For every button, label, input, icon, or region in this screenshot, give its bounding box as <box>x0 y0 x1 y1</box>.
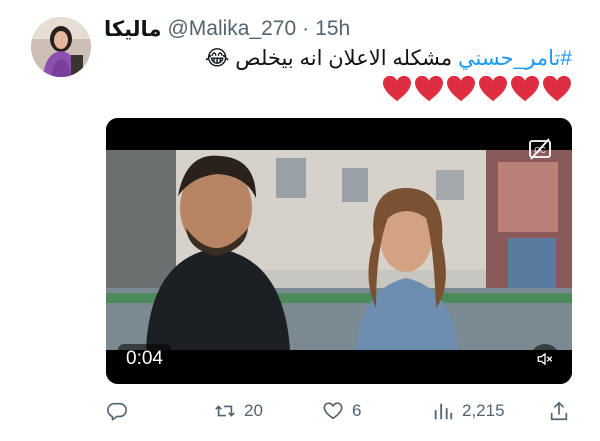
separator-dot: · <box>302 17 310 40</box>
retweet-button[interactable]: 20 <box>214 398 263 424</box>
red-heart-emoji <box>543 75 571 102</box>
tweet-text: #تامر_حسني مشكله الاعلان انه بيخلص 😂 <box>205 44 572 74</box>
red-heart-emoji <box>383 75 411 102</box>
share-icon <box>550 401 568 421</box>
hashtag-link[interactable]: #تامر_حسني <box>458 47 572 70</box>
red-heart-emoji <box>447 75 475 102</box>
views-count: 2,215 <box>462 401 505 420</box>
laughing-emoji: 😂 <box>204 47 230 70</box>
red-heart-emoji <box>479 75 507 102</box>
timestamp[interactable]: 15h <box>315 17 350 41</box>
avatar[interactable] <box>31 17 91 77</box>
reply-button[interactable] <box>106 398 136 424</box>
share-button[interactable] <box>548 398 570 424</box>
red-heart-emoji <box>415 75 443 102</box>
retweet-count: 20 <box>244 401 263 420</box>
action-bar: 20 6 2,215 <box>0 398 600 424</box>
display-name[interactable]: ماليكا <box>104 17 161 42</box>
retweet-icon <box>215 405 235 417</box>
mute-button[interactable] <box>530 344 560 374</box>
tweet[interactable]: ماليكا @Malika_270 · 15h #تامر_حسني مشكل… <box>0 0 600 441</box>
muted-speaker-icon <box>537 353 553 365</box>
user-handle[interactable]: @Malika_270 <box>167 17 296 41</box>
video-duration: 0:04 <box>118 344 171 374</box>
views-chart-icon <box>434 403 453 420</box>
like-count: 6 <box>352 401 362 420</box>
video-frame <box>106 118 572 384</box>
heart-icon <box>323 402 343 420</box>
reply-icon <box>107 402 127 421</box>
hearts-row <box>382 74 572 104</box>
tweet-body-text: مشكله الاعلان انه بيخلص <box>235 47 458 70</box>
avatar-image <box>31 17 91 77</box>
red-heart-emoji <box>511 75 539 102</box>
tweet-header: ماليكا @Malika_270 · 15h <box>104 14 350 44</box>
video-player[interactable]: CC 0:04 <box>106 118 572 384</box>
views-button[interactable]: 2,215 <box>432 398 505 424</box>
like-button[interactable]: 6 <box>322 398 361 424</box>
closed-captions-off-icon[interactable]: CC <box>528 138 552 160</box>
